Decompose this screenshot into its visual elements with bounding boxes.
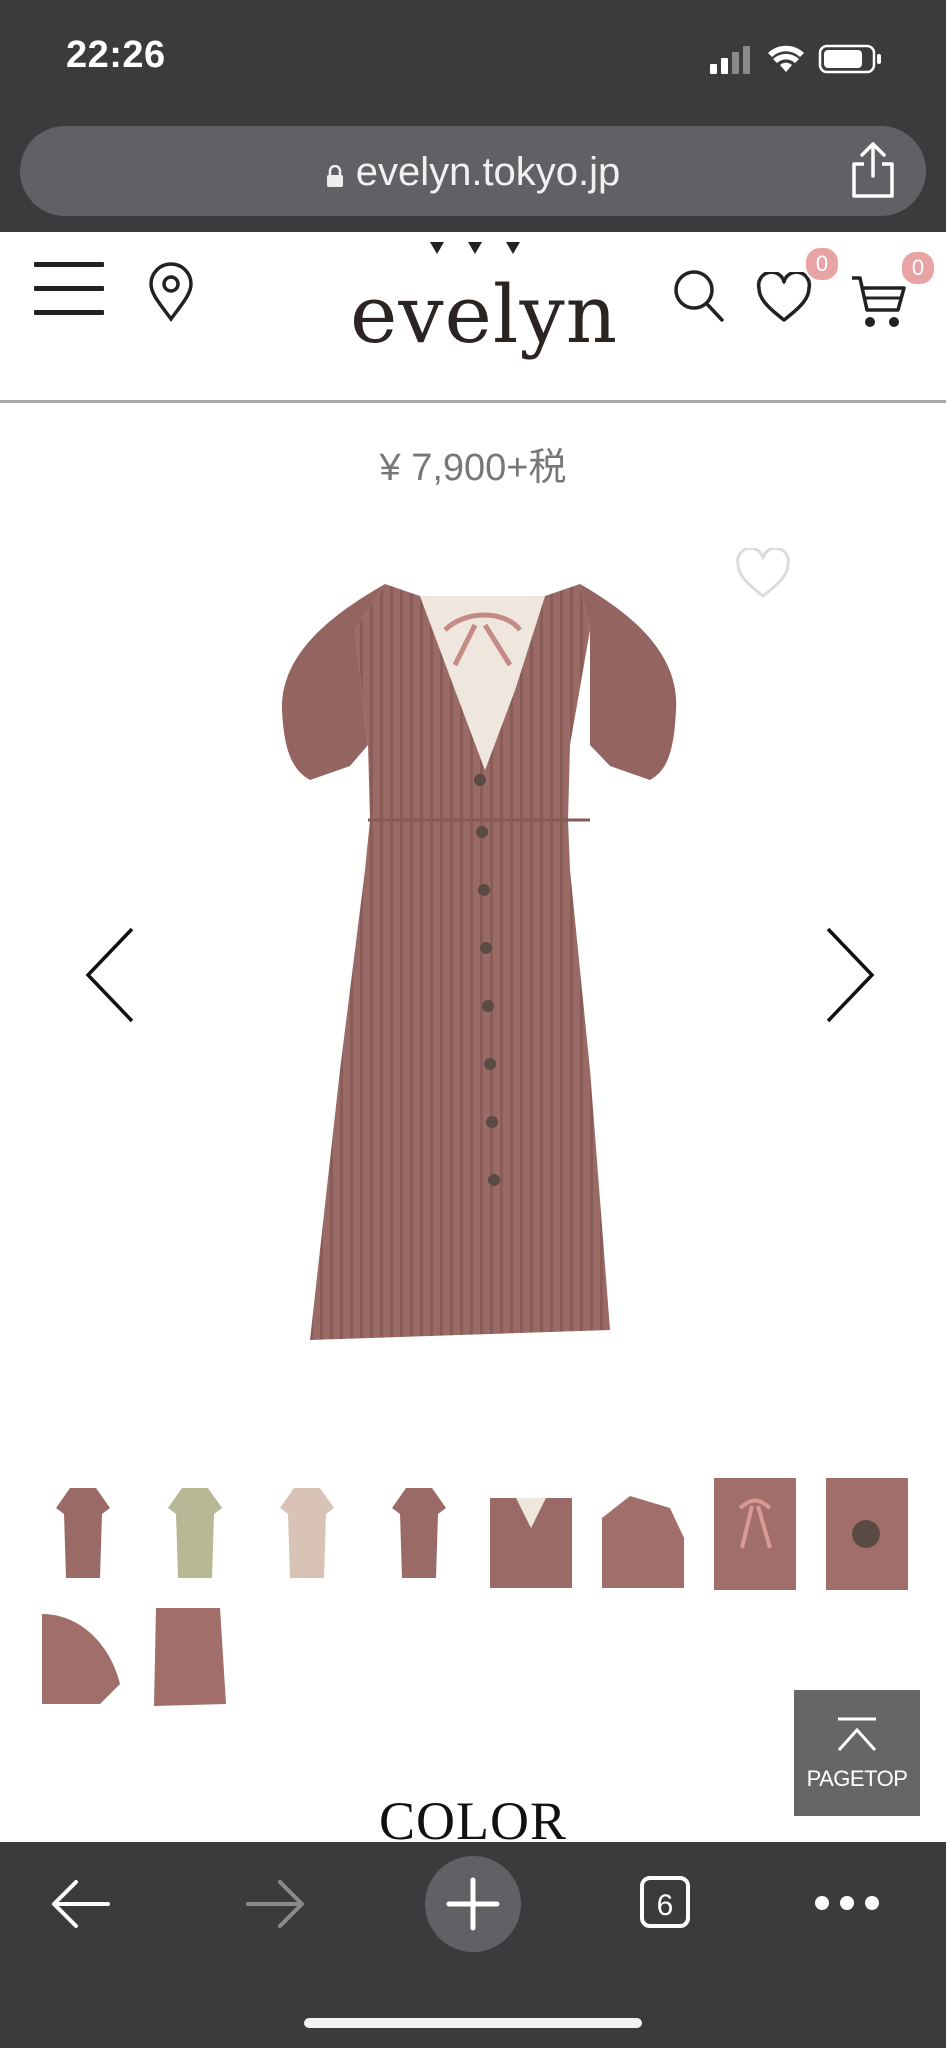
thumbnail-9[interactable] xyxy=(40,1604,126,1716)
share-icon[interactable] xyxy=(850,142,896,198)
menu-icon[interactable] xyxy=(34,262,104,318)
search-icon[interactable] xyxy=(672,268,724,322)
wifi-icon xyxy=(768,45,804,72)
thumbnail-1[interactable] xyxy=(40,1478,126,1590)
forward-arrow-icon[interactable] xyxy=(242,1876,308,1932)
thumbnail-7[interactable] xyxy=(712,1478,798,1590)
battery-icon xyxy=(818,44,881,74)
product-main-image[interactable] xyxy=(270,570,690,1360)
url-text: evelyn.tokyo.jp xyxy=(355,150,621,194)
thumbnail-3[interactable] xyxy=(264,1478,350,1590)
thumbnail-8[interactable] xyxy=(824,1478,910,1590)
plus-icon xyxy=(446,1877,500,1931)
browser-bottom-bar: 6 xyxy=(0,1842,946,2048)
thumbnail-4[interactable] xyxy=(376,1478,462,1590)
more-options-icon[interactable] xyxy=(812,1892,882,1914)
thumbnail-10[interactable] xyxy=(152,1604,238,1716)
browser-top-bar: 22:26 evelyn.tokyo.jp xyxy=(0,0,946,232)
thumbnail-5[interactable] xyxy=(488,1478,574,1590)
cart-icon[interactable] xyxy=(850,274,908,330)
cart-count-badge: 0 xyxy=(900,250,936,286)
thumbnail-2[interactable] xyxy=(152,1478,238,1590)
site-header: evelyn 0 0 xyxy=(0,232,946,403)
previous-image-arrow-icon[interactable] xyxy=(80,925,140,1025)
pagetop-label: PAGETOP xyxy=(806,1766,908,1791)
add-to-favorites-icon[interactable] xyxy=(735,548,791,600)
favorites-count-badge: 0 xyxy=(804,246,840,282)
home-indicator xyxy=(304,2018,642,2028)
address-bar[interactable]: evelyn.tokyo.jp xyxy=(20,126,926,216)
status-icons xyxy=(710,44,881,74)
site-logo[interactable]: evelyn xyxy=(350,268,617,361)
back-arrow-icon[interactable] xyxy=(48,1876,114,1932)
tabs-button[interactable]: 6 xyxy=(640,1876,690,1928)
favorites-icon[interactable] xyxy=(756,272,812,324)
signal-icon xyxy=(710,46,750,74)
new-tab-button[interactable] xyxy=(425,1856,521,1952)
next-image-arrow-icon[interactable] xyxy=(820,925,880,1025)
logo-ornament xyxy=(430,242,520,254)
thumbnail-6[interactable] xyxy=(600,1478,686,1590)
lock-icon xyxy=(326,165,343,187)
product-price: ¥ 7,900+税 xyxy=(379,447,567,489)
status-time: 22:26 xyxy=(66,34,166,76)
store-location-icon[interactable] xyxy=(146,262,196,322)
chevron-up-icon xyxy=(837,1717,877,1752)
